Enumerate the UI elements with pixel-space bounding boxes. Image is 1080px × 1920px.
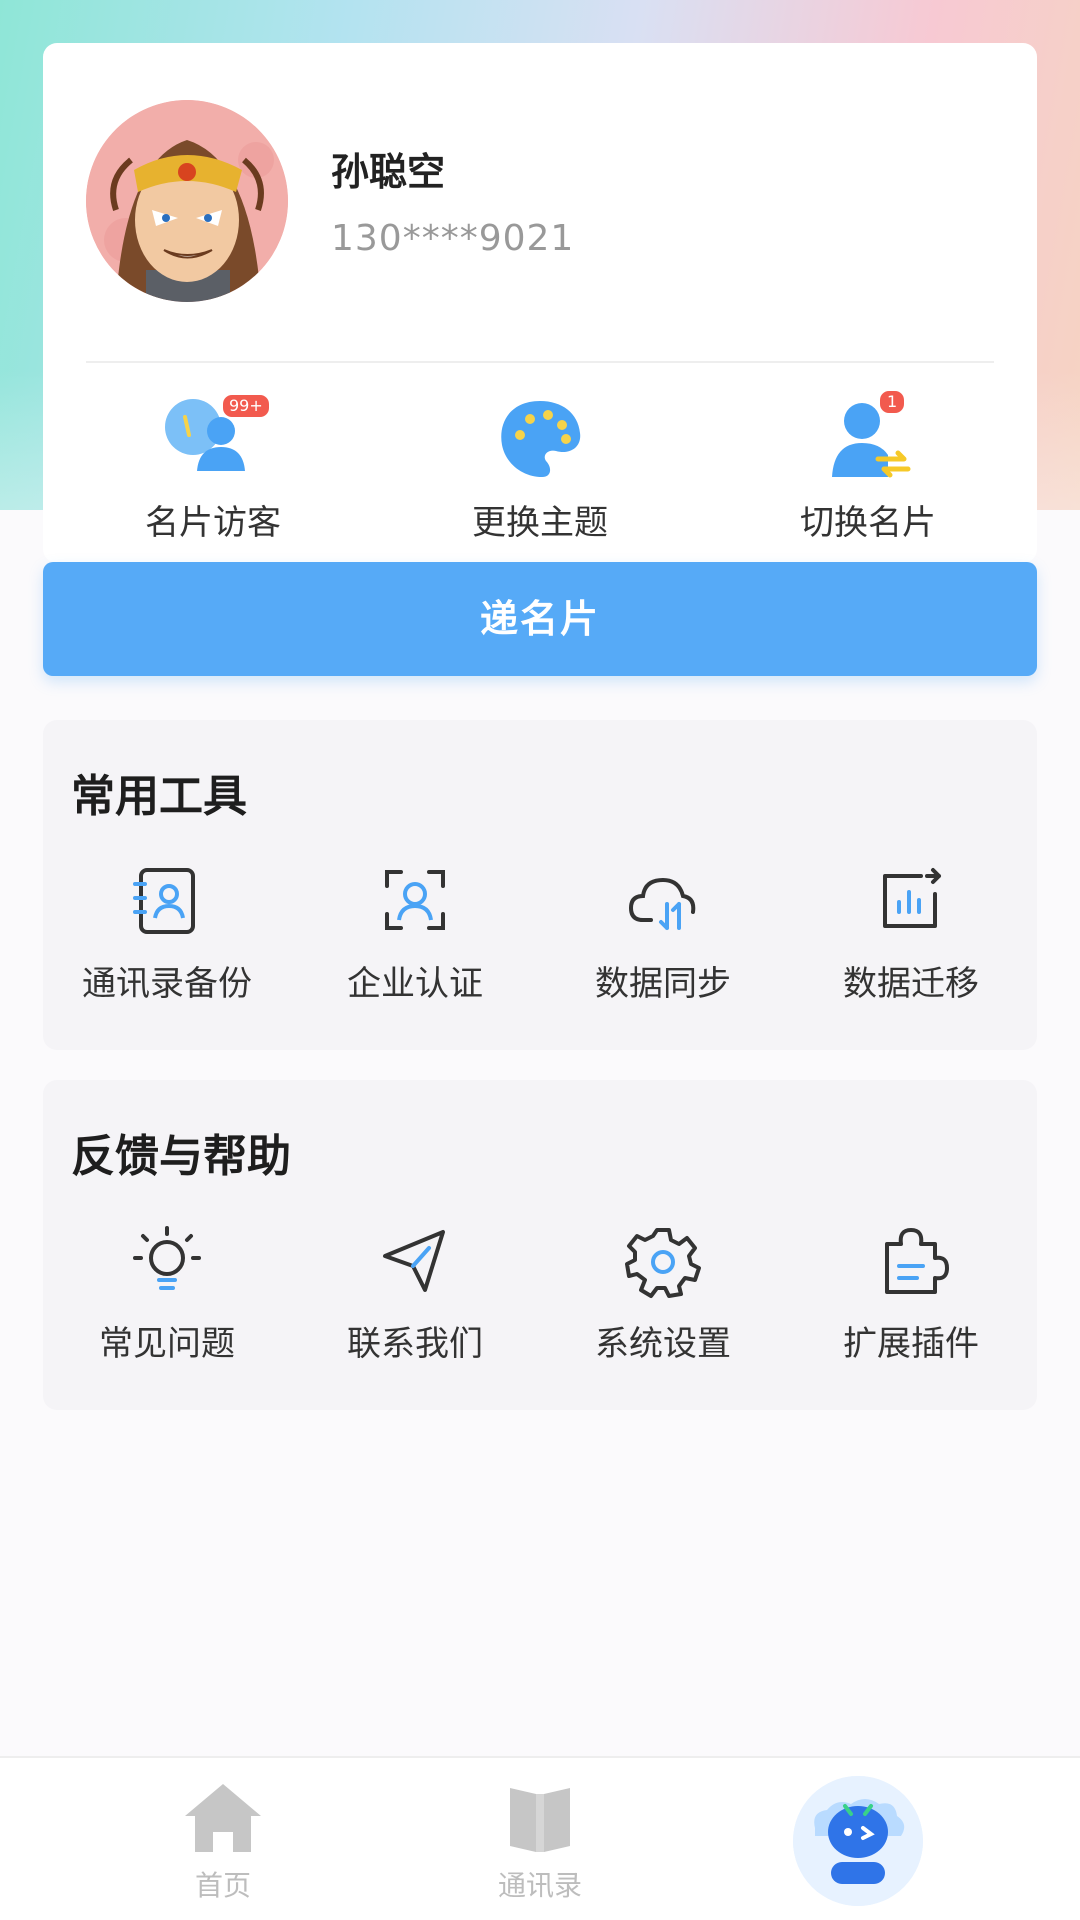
tab-me[interactable] <box>793 1776 923 1906</box>
visitor-badge: 99+ <box>221 393 271 419</box>
tools-title: 常用工具 <box>71 771 247 822</box>
home-icon <box>181 1778 265 1858</box>
send-card-button[interactable]: 递名片 <box>43 562 1037 676</box>
help-contact[interactable]: 联系我们 <box>291 1220 539 1365</box>
quick-action-theme[interactable]: 更换主题 <box>420 393 660 544</box>
tool-data-migrate-label: 数据迁移 <box>843 964 979 1004</box>
help-title: 反馈与帮助 <box>71 1131 291 1182</box>
switch-card-icon: 1 <box>818 389 918 483</box>
visitor-label: 名片访客 <box>145 503 281 543</box>
help-extensions[interactable]: 扩展插件 <box>787 1220 1035 1365</box>
divider <box>86 361 994 363</box>
tool-data-migrate[interactable]: 数据迁移 <box>787 860 1035 1005</box>
help-settings[interactable]: 系统设置 <box>539 1220 787 1365</box>
help-extensions-label: 扩展插件 <box>843 1324 979 1364</box>
tools-section: 常用工具 通讯录备份 企业认证 数据同步 数据迁移 <box>43 720 1037 1050</box>
data-migrate-icon <box>871 860 951 940</box>
palette-icon <box>490 393 590 483</box>
tool-contact-backup[interactable]: 通讯录备份 <box>43 860 291 1005</box>
switch-card-badge: 1 <box>878 389 907 415</box>
gear-icon <box>623 1220 703 1300</box>
tool-enterprise-verify-label: 企业认证 <box>347 964 483 1004</box>
tool-enterprise-verify[interactable]: 企业认证 <box>291 860 539 1005</box>
tool-contact-backup-label: 通讯录备份 <box>82 964 252 1004</box>
book-icon <box>498 1778 582 1858</box>
help-faq-label: 常见问题 <box>99 1324 235 1364</box>
profile-page: 孙聪空 130****9021 99+ 名片访客 更换主题 1 切换名片 递名片… <box>0 0 1080 1920</box>
quick-action-switch-card[interactable]: 1 切换名片 <box>748 389 988 544</box>
tab-contacts-label: 通讯录 <box>497 1869 582 1902</box>
help-faq[interactable]: 常见问题 <box>43 1220 291 1365</box>
tab-home[interactable]: 首页 <box>123 1758 323 1904</box>
tab-home-label: 首页 <box>194 1869 251 1902</box>
lightbulb-icon <box>127 1220 207 1300</box>
help-section: 反馈与帮助 常见问题 联系我们 系统设置 扩展插件 <box>43 1080 1037 1410</box>
theme-label: 更换主题 <box>472 503 608 543</box>
switch-card-label: 切换名片 <box>800 503 936 543</box>
quick-action-visitors[interactable]: 99+ 名片访客 <box>93 393 333 544</box>
profile-card: 孙聪空 130****9021 99+ 名片访客 更换主题 1 切换名片 <box>43 43 1037 563</box>
help-contact-label: 联系我们 <box>347 1324 483 1364</box>
paper-plane-icon <box>375 1220 455 1300</box>
cloud-sync-icon <box>623 860 703 940</box>
contact-backup-icon <box>127 860 207 940</box>
enterprise-verify-icon <box>375 860 455 940</box>
tool-data-sync[interactable]: 数据同步 <box>539 860 787 1005</box>
robot-mascot-icon <box>793 1776 923 1906</box>
monkey-king-avatar-icon <box>86 100 288 302</box>
user-name: 孙聪空 <box>331 150 446 194</box>
avatar[interactable] <box>86 100 288 302</box>
tab-contacts[interactable]: 通讯录 <box>440 1758 640 1904</box>
puzzle-icon <box>871 1220 951 1300</box>
visitor-icon: 99+ <box>163 393 271 483</box>
help-settings-label: 系统设置 <box>595 1324 731 1364</box>
tool-data-sync-label: 数据同步 <box>595 964 731 1004</box>
user-phone: 130****9021 <box>331 218 575 259</box>
